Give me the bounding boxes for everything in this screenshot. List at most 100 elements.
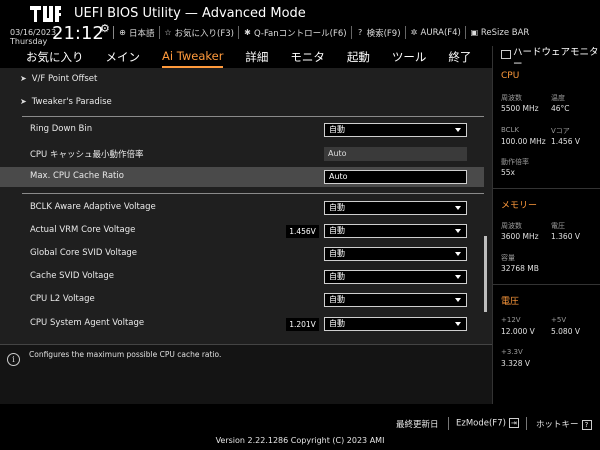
chevron-down-icon — [455, 298, 461, 302]
question-icon: ? — [581, 419, 592, 430]
chevron-down-icon — [455, 322, 461, 326]
tab-boot[interactable]: 起動 — [347, 46, 370, 68]
tab-favorites[interactable]: お気に入り — [26, 46, 84, 68]
hw-cpu-heading: CPU — [501, 71, 520, 81]
tab-advanced[interactable]: 詳細 — [245, 46, 268, 68]
hotkeys-label: ホットキー — [536, 420, 579, 430]
setting-row-actual-vrm-core-voltage[interactable]: Actual VRM Core Voltage 1.456V 自動 — [0, 221, 484, 241]
hw-33v: 3.328 V — [501, 359, 530, 368]
hw-cpu-temp-label: 温度 — [551, 94, 565, 102]
setting-label: Actual VRM Core Voltage — [30, 225, 136, 235]
tab-main[interactable]: メイン — [106, 46, 141, 68]
hw-bclk: 100.00 MHz — [501, 137, 546, 146]
aura-button[interactable]: ✲ AURA(F4) — [404, 26, 465, 39]
hw-ratio: 55x — [501, 168, 515, 177]
global-core-svid-voltage-dropdown[interactable]: 自動 — [324, 247, 467, 261]
cache-svid-voltage-dropdown[interactable]: 自動 — [324, 270, 467, 284]
setting-row-ring-down-bin[interactable]: Ring Down Bin 自動 — [0, 120, 484, 140]
app-title: UEFI BIOS Utility — Advanced Mode — [74, 6, 306, 21]
date-display: 03/16/2023 — [10, 28, 57, 37]
chevron-down-icon — [455, 206, 461, 210]
footer: 最終更新日 EzMode(F7) ⇥ ホットキー? Version 2.22.12… — [0, 404, 600, 450]
setting-row-max-cpu-cache-ratio[interactable]: Max. CPU Cache Ratio Auto — [0, 167, 484, 187]
voltage-reading: 1.201V — [286, 318, 319, 331]
hw-12v: 12.000 V — [501, 327, 535, 336]
fan-icon: ✱ — [244, 28, 251, 37]
clock-display: 21:12 — [52, 23, 104, 44]
tweakers-paradise-link[interactable]: ➤ Tweaker's Paradise — [20, 97, 112, 107]
copyright-text: Version 2.22.1286 Copyright (C) 2023 AMI — [215, 436, 385, 445]
hw-cpu-freq-label: 周波数 — [501, 94, 522, 102]
divider — [22, 193, 484, 194]
hardware-monitor: ハードウェアモニター CPU 周波数 温度 5500 MHz 46°C BCLK… — [492, 46, 600, 404]
search-button[interactable]: ? 検索(F9) — [350, 26, 405, 39]
vf-point-offset-link[interactable]: ➤ V/F Point Offset — [20, 74, 97, 84]
bclk-aware-adaptive-voltage-dropdown[interactable]: 自動 — [324, 201, 467, 215]
language-button[interactable]: ⊕ 日本語 — [113, 26, 159, 39]
divider — [526, 417, 527, 430]
dropdown-value: 自動 — [329, 249, 345, 258]
scrollbar[interactable] — [484, 236, 487, 312]
dropdown-value: 自動 — [329, 295, 345, 304]
divider — [448, 417, 449, 430]
setting-row-cpu-system-agent-voltage[interactable]: CPU System Agent Voltage 1.201V 自動 — [0, 314, 484, 334]
tab-monitor[interactable]: モニタ — [290, 46, 325, 68]
cpu-cache-min-ratio-value: Auto — [324, 147, 467, 161]
setting-row-bclk-aware-adaptive-voltage[interactable]: BCLK Aware Adaptive Voltage 自動 — [0, 198, 484, 218]
ring-down-bin-dropdown[interactable]: 自動 — [324, 123, 467, 137]
divider — [493, 284, 600, 285]
last-modified-button[interactable]: 最終更新日 — [396, 418, 439, 430]
setting-row-cpu-l2-voltage[interactable]: CPU L2 Voltage 自動 — [0, 290, 484, 310]
gear-icon[interactable]: ⚙ — [100, 22, 110, 35]
star-icon: ☆ — [164, 28, 172, 37]
setting-label: BCLK Aware Adaptive Voltage — [30, 202, 156, 212]
tuf-logo-icon — [30, 6, 61, 22]
actual-vrm-core-voltage-dropdown[interactable]: 自動 — [324, 224, 467, 238]
tab-exit[interactable]: 終了 — [448, 46, 471, 68]
cpu-l2-voltage-dropdown[interactable]: 自動 — [324, 293, 467, 307]
setting-label: Cache SVID Voltage — [30, 271, 114, 281]
header: UEFI BIOS Utility — Advanced Mode 03/16/… — [0, 0, 600, 46]
ezmode-label: EzMode(F7) — [456, 418, 506, 429]
divider — [493, 188, 600, 189]
max-cpu-cache-ratio-input[interactable]: Auto — [324, 170, 467, 184]
search-label: 検索(F9) — [366, 28, 401, 39]
voltage-reading: 1.456V — [286, 225, 319, 238]
aura-label: AURA(F4) — [420, 27, 461, 38]
resize-bar-icon: ▣ — [470, 28, 479, 37]
chevron-down-icon — [455, 252, 461, 256]
exit-arrow-icon: ⇥ — [508, 418, 519, 428]
chevron-right-icon: ➤ — [20, 74, 27, 83]
tab-ai-tweaker[interactable]: Ai Tweaker — [162, 46, 224, 68]
hw-mem-volt-label: 電圧 — [551, 222, 565, 230]
tab-tool[interactable]: ツール — [392, 46, 427, 68]
weekday-display: Thursday — [10, 37, 48, 46]
help-text: Configures the maximum possible CPU cach… — [29, 350, 222, 359]
setting-row-global-core-svid-voltage[interactable]: Global Core SVID Voltage 自動 — [0, 244, 484, 264]
hw-vcore: 1.456 V — [551, 137, 580, 146]
help-icon: ? — [357, 28, 363, 37]
setting-row-cache-svid-voltage[interactable]: Cache SVID Voltage 自動 — [0, 267, 484, 287]
hw-33v-label: +3.3V — [501, 348, 523, 356]
info-icon: i — [7, 353, 20, 366]
favorites-button[interactable]: ☆ お気に入り(F3) — [158, 26, 238, 39]
chevron-down-icon — [455, 275, 461, 279]
hw-mem-cap: 32768 MB — [501, 264, 539, 273]
hw-mem-freq-label: 周波数 — [501, 222, 522, 230]
resize-bar-button[interactable]: ▣ ReSize BAR — [464, 26, 533, 39]
chevron-right-icon: ➤ — [20, 97, 27, 106]
dropdown-value: 自動 — [329, 203, 345, 212]
globe-icon: ⊕ — [119, 28, 126, 37]
hw-mem-volt: 1.360 V — [551, 232, 580, 241]
hotkeys-button[interactable]: ホットキー? — [536, 418, 592, 430]
hw-cpu-freq: 5500 MHz — [501, 104, 539, 113]
aura-icon: ✲ — [410, 28, 418, 37]
ezmode-button[interactable]: EzMode(F7) ⇥ — [456, 418, 519, 429]
chevron-down-icon — [455, 128, 461, 132]
qfan-button[interactable]: ✱ Q-Fanコントロール(F6) — [237, 26, 351, 39]
qfan-label: Q-Fanコントロール(F6) — [253, 28, 347, 39]
hw-12v-label: +12V — [501, 316, 521, 324]
setting-label: CPU L2 Voltage — [30, 294, 95, 304]
settings-panel: ➤ V/F Point Offset ➤ Tweaker's Paradise Ri… — [0, 68, 492, 344]
cpu-system-agent-voltage-dropdown[interactable]: 自動 — [324, 317, 467, 331]
